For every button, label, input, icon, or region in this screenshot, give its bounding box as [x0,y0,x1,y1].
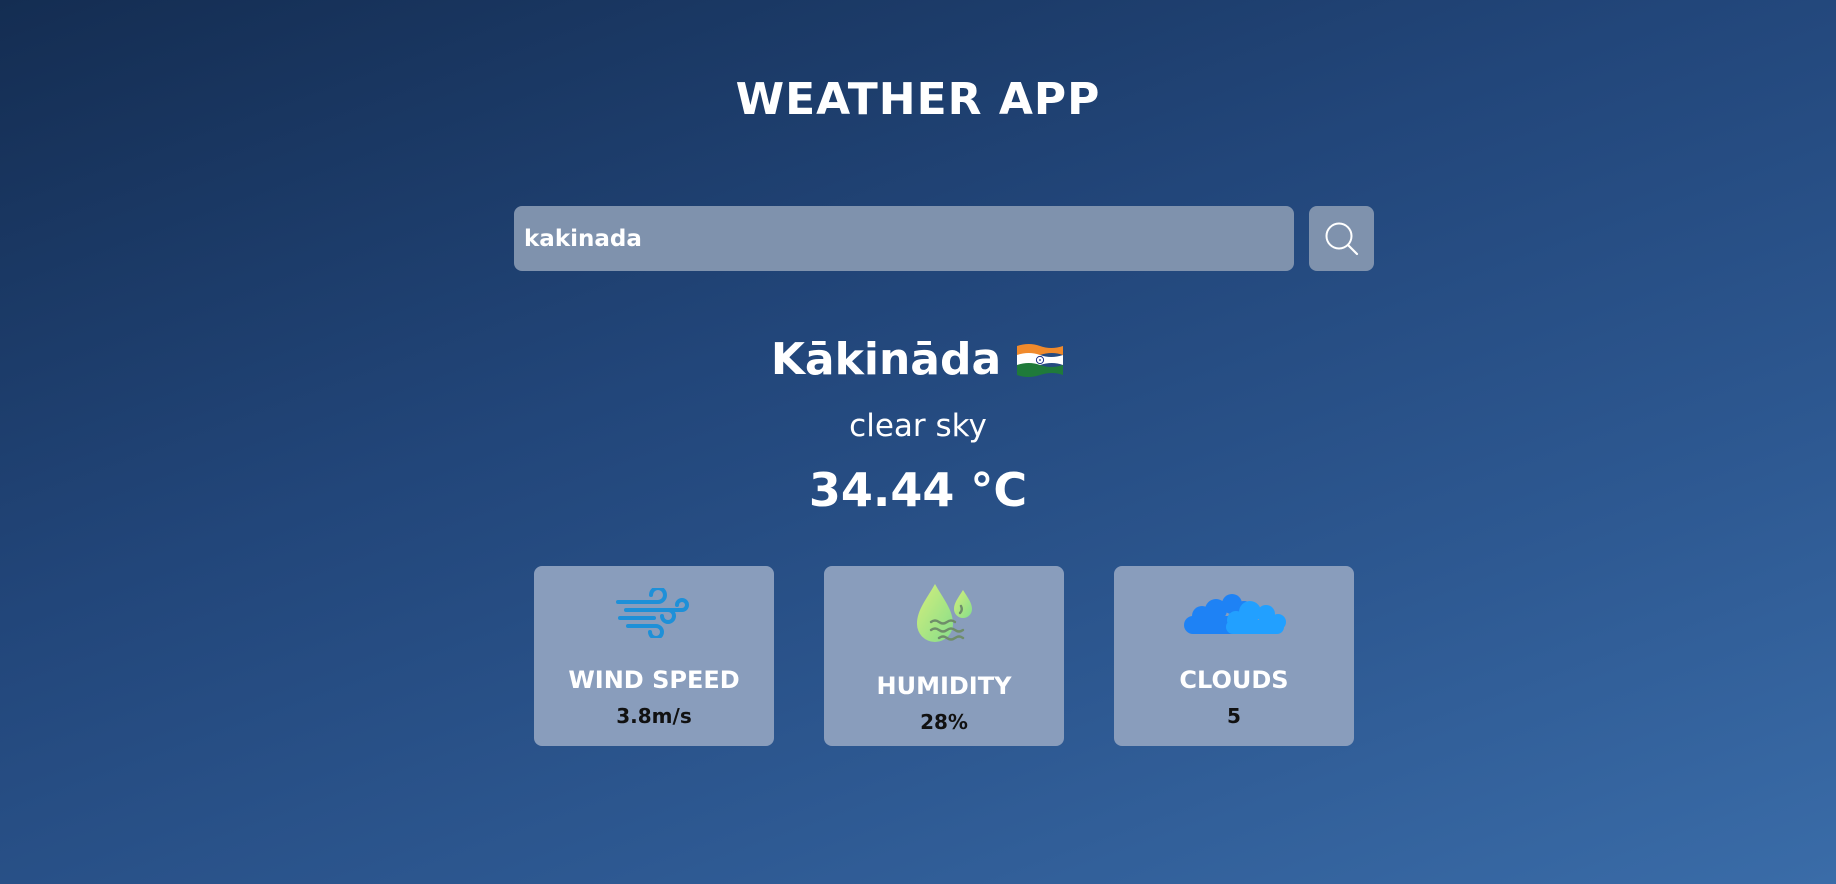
search-button[interactable] [1309,206,1374,271]
wind-speed-value: 3.8m/s [616,704,692,728]
city-name: Kākināda [770,334,1002,385]
search-icon [1323,220,1361,258]
city-name-row: Kākināda [0,330,1836,396]
clouds-card: CLOUDS 5 [1114,566,1354,746]
humidity-label: HUMIDITY [876,672,1012,700]
clouds-icon [1114,590,1354,636]
humidity-icon [824,582,1064,648]
weather-description: clear sky [849,408,987,444]
humidity-value: 28% [920,710,968,734]
temperature: 34.44 °C [808,463,1028,517]
app-title: WEATHER APP [735,74,1101,125]
clouds-label: CLOUDS [1179,666,1289,694]
humidity-card: HUMIDITY 28% [824,566,1064,746]
clouds-value: 5 [1227,704,1241,728]
wind-icon [534,588,774,638]
wind-speed-label: WIND SPEED [568,666,740,694]
wind-speed-card: WIND SPEED 3.8m/s [534,566,774,746]
search-input[interactable] [514,206,1294,271]
india-flag-icon [1015,336,1065,396]
